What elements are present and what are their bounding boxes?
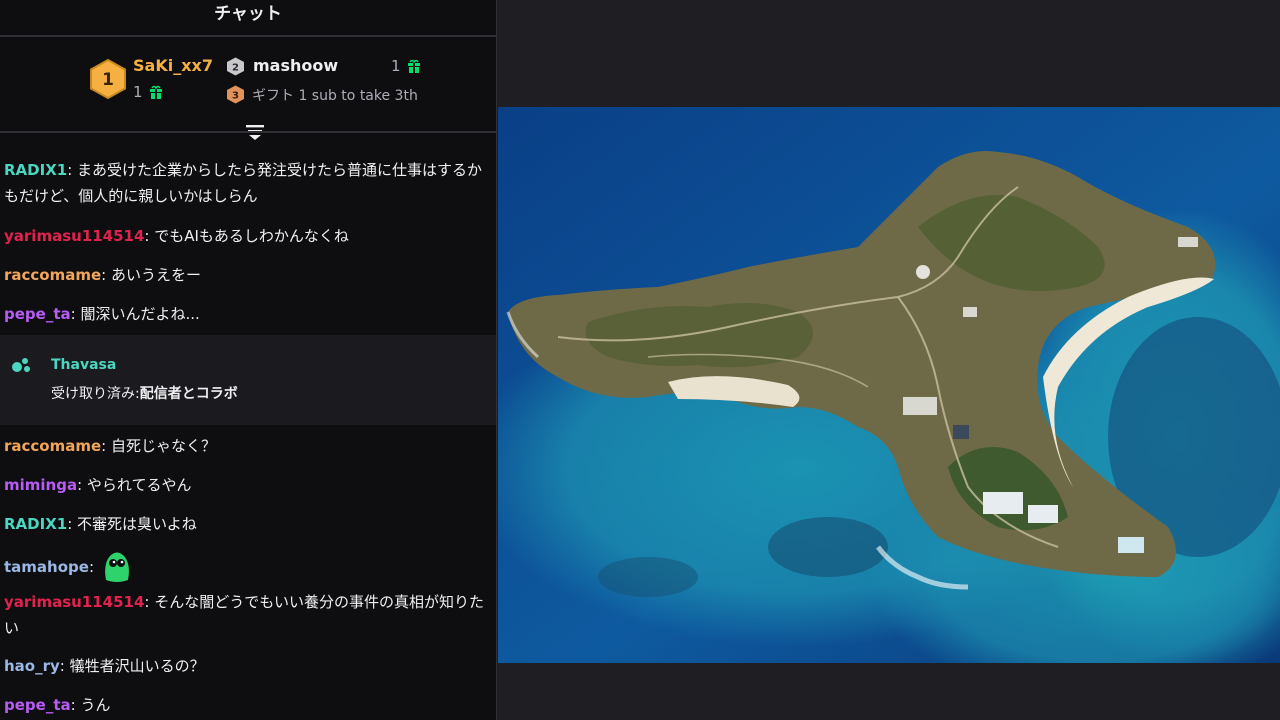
chat-message: raccomame: あいうえをー <box>0 262 496 288</box>
chat-username[interactable]: tamahope <box>4 554 89 580</box>
chat-message: miminga: やられてるやん <box>0 472 496 498</box>
chat-message: yarimasu114514: でもAIもあるしわかんなくね <box>0 223 496 249</box>
chat-message: tamahope: <box>0 550 496 584</box>
chat-message: hao_ry: 犠牲者沢山いるの？ <box>0 653 496 679</box>
notice-prefix: 受け取り済み: <box>51 386 140 402</box>
aerial-island-image <box>498 107 1280 663</box>
svg-text:3: 3 <box>232 91 239 102</box>
chat-colon: : <box>101 437 111 455</box>
chat-message: pepe_ta: 闇深いんだよね... <box>0 301 496 327</box>
notice-username[interactable]: Thavasa <box>51 357 116 373</box>
chat-colon: : <box>67 515 78 533</box>
chat-username[interactable]: raccomame <box>4 266 101 284</box>
video-player[interactable] <box>498 107 1280 663</box>
svg-text:2: 2 <box>232 63 239 74</box>
chat-message: raccomame: 自死じゃなく？ <box>0 433 496 459</box>
gift-icon <box>149 85 162 99</box>
gift-icon <box>407 59 420 73</box>
chat-text: 犠牲者沢山いるの？ <box>69 657 205 675</box>
leaderboard-first-name[interactable]: SaKi_xx7 <box>133 56 213 75</box>
chat-message: yarimasu114514: そんな闇どうでもいい養分の事件の真相が知りたい <box>0 589 496 641</box>
chat-username[interactable]: pepe_ta <box>4 696 71 714</box>
leaderboard-first-count-value: 1 <box>133 83 143 101</box>
leaderboard-first-count: 1 <box>133 83 163 101</box>
chat-colon: : <box>101 266 111 284</box>
chat-panel: チャット 1 SaKi_xx7 1 2 mashoow 1 3 ギフト 1 su… <box>0 0 497 720</box>
chat-text: あいうえをー <box>111 266 202 284</box>
green-blob-emote[interactable] <box>102 550 132 584</box>
chat-text: でもAIもあるしわかんなくね <box>154 227 349 245</box>
chat-colon: : <box>77 476 87 494</box>
notice-reward: 配信者とコラボ <box>139 386 238 402</box>
chat-colon: : <box>70 696 81 714</box>
leaderboard-divider <box>0 131 496 133</box>
chat-text: やられてるやん <box>86 476 192 494</box>
chat-username[interactable]: pepe_ta <box>4 305 71 323</box>
chat-colon: : <box>88 558 95 576</box>
chat-colon: : <box>59 657 70 675</box>
notice-text: 受け取り済み:配信者とコラボ <box>51 383 238 403</box>
leaderboard-second-count: 1 <box>391 57 421 75</box>
bronze-rank-badge-icon: 3 <box>227 85 244 104</box>
chat-title: チャット <box>214 4 282 24</box>
chat-message: RADIX1: 不審死は臭いよね <box>0 511 496 537</box>
chat-text: うん <box>80 696 111 714</box>
chat-username[interactable]: miminga <box>4 476 77 494</box>
leaderboard-second-count-value: 1 <box>391 57 401 75</box>
chat-colon: : <box>144 593 155 611</box>
chat-username[interactable]: raccomame <box>4 437 101 455</box>
chat-username[interactable]: hao_ry <box>4 657 60 675</box>
chat-message: RADIX1: まあ受けた企業からしたら発注受けたら普通に仕事はするかもだけど、… <box>0 157 496 209</box>
chat-username[interactable]: yarimasu114514 <box>4 593 144 611</box>
chat-text: 不審死は臭いよね <box>77 515 197 533</box>
gold-rank-badge-icon: 1 <box>90 59 126 99</box>
leaderboard-second-name[interactable]: mashoow <box>253 56 338 75</box>
chat-colon: : <box>70 305 81 323</box>
chat-username[interactable]: RADIX1 <box>4 515 67 533</box>
chat-username[interactable]: RADIX1 <box>4 161 67 179</box>
channel-points-icon <box>12 358 30 372</box>
leaderboard-third-gift-text[interactable]: ギフト 1 sub to take 3th <box>252 85 418 105</box>
silver-rank-badge-icon: 2 <box>227 57 244 76</box>
chat-header: チャット <box>0 0 496 37</box>
chat-text: 闇深いんだよね... <box>80 305 200 323</box>
chat-message: pepe_ta: うん <box>0 692 496 718</box>
svg-text:1: 1 <box>102 70 114 90</box>
chat-colon: : <box>67 161 78 179</box>
reward-redemption-notice <box>0 335 496 425</box>
chat-text: 自死じゃなく？ <box>111 437 217 455</box>
chat-colon: : <box>144 227 155 245</box>
chat-username[interactable]: yarimasu114514 <box>4 227 144 245</box>
